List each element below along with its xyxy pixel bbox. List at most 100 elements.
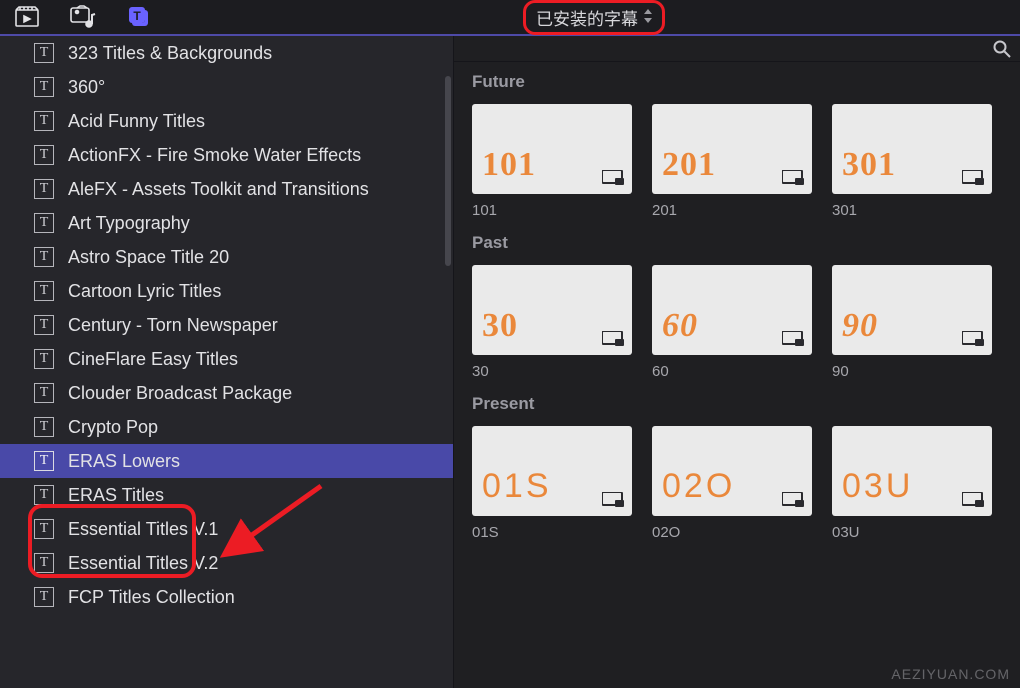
sidebar-item[interactable]: T FCP Titles Collection bbox=[0, 580, 453, 614]
sidebar-item[interactable]: T Century - Torn Newspaper bbox=[0, 308, 453, 342]
thumbnail-preview: 90 bbox=[832, 265, 992, 355]
sidebar-item-label: CineFlare Easy Titles bbox=[68, 349, 238, 370]
title-type-icon: T bbox=[34, 77, 54, 97]
sidebar-item[interactable]: TActionFX - Fire Smoke Water Effects bbox=[0, 138, 453, 172]
monitor-icon bbox=[602, 170, 624, 186]
sidebar-item-label: 323 Titles & Backgrounds bbox=[68, 43, 272, 64]
thumbnail-label: 60 bbox=[652, 363, 812, 380]
sidebar-item[interactable]: T Essential Titles V.2 bbox=[0, 546, 453, 580]
sidebar-item[interactable]: TArt Typography bbox=[0, 206, 453, 240]
preview-section: Future 101 101 201 201 301301 bbox=[454, 62, 1020, 223]
thumbnail-preview-text: 201 bbox=[662, 146, 716, 184]
scrollbar-thumb[interactable] bbox=[445, 76, 451, 266]
media-library-icon[interactable] bbox=[14, 4, 40, 30]
thumbnail-item[interactable]: 101 101 bbox=[472, 104, 632, 219]
sidebar-item[interactable]: T360° bbox=[0, 70, 453, 104]
titles-tab-icon[interactable]: T bbox=[126, 4, 152, 30]
section-title: Future bbox=[472, 72, 1002, 92]
section-title: Present bbox=[472, 394, 1002, 414]
thumbnail-label: 02O bbox=[652, 524, 812, 541]
thumbnail-row: 01S01S02O02O03U03U bbox=[472, 426, 1002, 541]
title-type-icon: T bbox=[34, 451, 54, 471]
thumbnail-item[interactable]: 01S 01S bbox=[472, 426, 632, 541]
thumbnail-item[interactable]: 30 30 bbox=[472, 265, 632, 380]
title-type-icon: T bbox=[34, 349, 54, 369]
monitor-icon bbox=[782, 331, 804, 347]
top-toolbar: T 已安装的字幕 bbox=[0, 0, 1020, 36]
thumbnail-label: 01S bbox=[472, 524, 632, 541]
monitor-icon bbox=[962, 331, 984, 347]
thumbnail-label: 201 bbox=[652, 202, 812, 219]
thumbnail-label: 90 bbox=[832, 363, 992, 380]
monitor-icon bbox=[782, 170, 804, 186]
title-type-icon: T bbox=[34, 553, 54, 573]
thumbnail-preview-text: 01S bbox=[482, 467, 552, 506]
dropdown-label: 已安装的字幕 bbox=[536, 5, 638, 30]
thumbnail-preview: 30 bbox=[472, 265, 632, 355]
title-type-icon: T bbox=[34, 111, 54, 131]
preview-top-bar bbox=[454, 36, 1020, 62]
sidebar-item[interactable]: T CineFlare Easy Titles bbox=[0, 342, 453, 376]
title-type-icon: T bbox=[34, 519, 54, 539]
sidebar-item-label: ERAS Titles bbox=[68, 485, 164, 506]
thumbnail-preview: 60 bbox=[652, 265, 812, 355]
sidebar-item[interactable]: T ERAS Lowers bbox=[0, 444, 453, 478]
sidebar-item[interactable]: T Essential Titles V.1 bbox=[0, 512, 453, 546]
sidebar-item-label: Essential Titles V.1 bbox=[68, 519, 218, 540]
sidebar-item[interactable]: TClouder Broadcast Package bbox=[0, 376, 453, 410]
thumbnail-preview-text: 101 bbox=[482, 146, 536, 184]
thumbnail-preview-text: 60 bbox=[662, 307, 698, 345]
title-type-icon: T bbox=[34, 587, 54, 607]
title-type-icon: T bbox=[34, 315, 54, 335]
photos-audio-icon[interactable] bbox=[70, 4, 96, 30]
thumbnail-preview: 02O bbox=[652, 426, 812, 516]
thumbnail-preview-text: 30 bbox=[482, 307, 518, 345]
thumbnail-item[interactable]: 9090 bbox=[832, 265, 992, 380]
monitor-icon bbox=[602, 331, 624, 347]
title-type-icon: T bbox=[34, 417, 54, 437]
thumbnail-label: 03U bbox=[832, 524, 992, 541]
sidebar-item[interactable]: T ERAS Titles bbox=[0, 478, 453, 512]
thumbnail-item[interactable]: 03U 03U bbox=[832, 426, 992, 541]
sidebar-item-label: ERAS Lowers bbox=[68, 451, 180, 472]
sidebar-item-label: Century - Torn Newspaper bbox=[68, 315, 278, 336]
thumbnail-preview-text: 301 bbox=[842, 146, 896, 184]
monitor-icon bbox=[782, 492, 804, 508]
thumbnail-preview: 03U bbox=[832, 426, 992, 516]
monitor-icon bbox=[962, 492, 984, 508]
monitor-icon bbox=[602, 492, 624, 508]
thumbnail-label: 101 bbox=[472, 202, 632, 219]
thumbnail-preview: 101 bbox=[472, 104, 632, 194]
preview-section: Past303060609090 bbox=[454, 223, 1020, 384]
sidebar-item-label: Essential Titles V.2 bbox=[68, 553, 218, 574]
sidebar-item-label: AleFX - Assets Toolkit and Transitions bbox=[68, 179, 369, 200]
thumbnail-row: 303060609090 bbox=[472, 265, 1002, 380]
thumbnail-preview-text: 03U bbox=[842, 467, 913, 506]
thumbnail-preview: 301 bbox=[832, 104, 992, 194]
thumbnail-item[interactable]: 301301 bbox=[832, 104, 992, 219]
watermark-text: AEZIYUAN.COM bbox=[891, 666, 1010, 682]
sidebar-item[interactable]: T 323 Titles & Backgrounds bbox=[0, 36, 453, 70]
thumbnail-row: 101 101 201 201 301301 bbox=[472, 104, 1002, 219]
category-dropdown[interactable]: 已安装的字幕 bbox=[523, 0, 665, 35]
sidebar-item-label: Astro Space Title 20 bbox=[68, 247, 229, 268]
sidebar-item-label: FCP Titles Collection bbox=[68, 587, 235, 608]
search-icon[interactable] bbox=[990, 37, 1014, 61]
sidebar-item[interactable]: TAcid Funny Titles bbox=[0, 104, 453, 138]
title-type-icon: T bbox=[34, 179, 54, 199]
sidebar-item[interactable]: TCartoon Lyric Titles bbox=[0, 274, 453, 308]
thumbnail-label: 30 bbox=[472, 363, 632, 380]
title-type-icon: T bbox=[34, 485, 54, 505]
thumbnail-item[interactable]: 60 60 bbox=[652, 265, 812, 380]
sidebar-item-label: Crypto Pop bbox=[68, 417, 158, 438]
title-type-icon: T bbox=[34, 145, 54, 165]
preview-panel: Future101101201201301301Past303060609090… bbox=[454, 36, 1020, 688]
title-type-icon: T bbox=[34, 43, 54, 63]
thumbnail-preview: 01S bbox=[472, 426, 632, 516]
sidebar-item[interactable]: TAstro Space Title 20 bbox=[0, 240, 453, 274]
thumbnail-item[interactable]: 201 201 bbox=[652, 104, 812, 219]
sidebar-item[interactable]: T AleFX - Assets Toolkit and Transitions bbox=[0, 172, 453, 206]
chevron-updown-icon bbox=[644, 9, 652, 25]
sidebar-item[interactable]: T Crypto Pop bbox=[0, 410, 453, 444]
thumbnail-item[interactable]: 02O02O bbox=[652, 426, 812, 541]
